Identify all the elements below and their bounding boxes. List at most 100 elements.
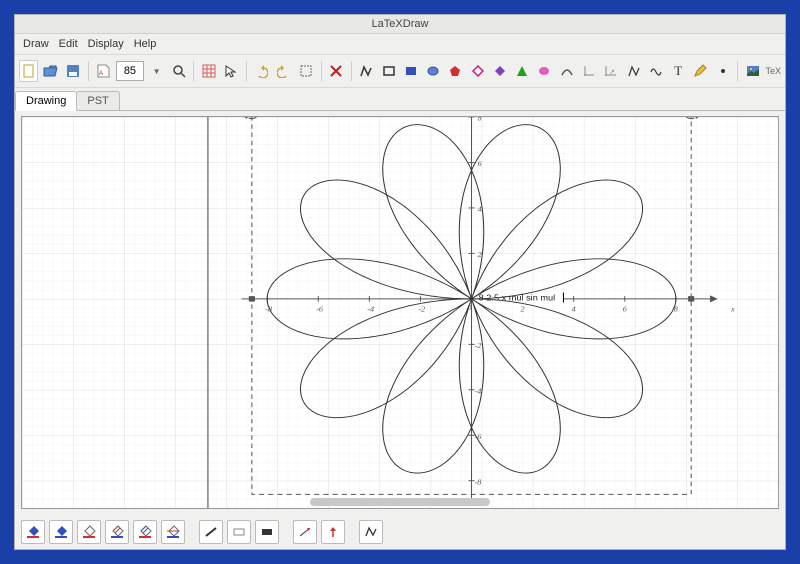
separator xyxy=(246,61,247,81)
bezier-tool-button[interactable] xyxy=(624,60,643,82)
pencil-icon xyxy=(693,64,707,78)
rhombus-tool-button[interactable] xyxy=(490,60,509,82)
redo-icon xyxy=(277,64,291,78)
rect-tool-button[interactable] xyxy=(379,60,398,82)
svg-text:-2: -2 xyxy=(418,305,425,313)
ellipse-tool-button[interactable] xyxy=(423,60,442,82)
zoom-input[interactable]: 85 xyxy=(116,61,144,81)
select-tool-button[interactable] xyxy=(222,60,241,82)
redo-button[interactable] xyxy=(274,60,293,82)
bucket-icon xyxy=(26,525,40,539)
image-tool-button[interactable] xyxy=(743,60,762,82)
export-pdf-button[interactable]: A xyxy=(94,60,113,82)
fill-5-button[interactable] xyxy=(133,520,157,544)
curve-button[interactable] xyxy=(359,520,383,544)
polyline-tool-button[interactable] xyxy=(357,60,376,82)
bucket-icon xyxy=(54,525,68,539)
folder-open-icon xyxy=(43,64,59,78)
bucket-icon xyxy=(82,525,96,539)
menu-help[interactable]: Help xyxy=(130,38,161,50)
grid-button[interactable] xyxy=(199,60,218,82)
svg-text:x: x xyxy=(730,305,735,313)
undo-button[interactable] xyxy=(252,60,271,82)
menu-edit[interactable]: Edit xyxy=(55,38,82,50)
open-file-button[interactable] xyxy=(41,60,60,82)
rhombus-outline-icon xyxy=(471,64,485,78)
rhombus-outline-tool-button[interactable] xyxy=(468,60,487,82)
bezier-icon xyxy=(627,64,641,78)
separator xyxy=(193,61,194,81)
cursor-icon xyxy=(224,64,238,78)
drawing-canvas[interactable]: -8-6-4-2 2468 8642 -2-4-6-8 0 x 8 2.5 x … xyxy=(21,116,779,509)
app-title: LaTeXDraw xyxy=(372,18,429,30)
svg-text:A: A xyxy=(99,71,103,77)
new-file-button[interactable] xyxy=(19,60,38,82)
menu-display[interactable]: Display xyxy=(84,38,128,50)
canvas-svg: -8-6-4-2 2468 8642 -2-4-6-8 0 x 8 2.5 x … xyxy=(22,117,778,508)
fill-4-button[interactable] xyxy=(105,520,129,544)
svg-text:6: 6 xyxy=(623,305,627,313)
rect-fill-tool-button[interactable] xyxy=(401,60,420,82)
undo-icon xyxy=(254,64,268,78)
rect-fill-icon xyxy=(404,64,418,78)
fill-2-button[interactable] xyxy=(49,520,73,544)
save-icon xyxy=(66,64,80,78)
separator xyxy=(737,61,738,81)
svg-text:-4: -4 xyxy=(475,387,482,395)
tab-pst[interactable]: PST xyxy=(76,91,119,110)
fill-1-button[interactable] xyxy=(21,520,45,544)
rect-outline-icon xyxy=(382,64,396,78)
line-1-button[interactable] xyxy=(199,520,223,544)
bucket-icon xyxy=(166,525,180,539)
separator xyxy=(88,61,89,81)
app-window: LaTeXDraw Draw Edit Display Help A 85 ▼ xyxy=(14,14,786,550)
text-tool-button[interactable]: T xyxy=(669,60,688,82)
menu-draw[interactable]: Draw xyxy=(19,38,53,50)
svg-text:6: 6 xyxy=(478,160,482,168)
freehand-tool-button[interactable] xyxy=(646,60,665,82)
main-toolbar: A 85 ▼ xyxy=(15,54,785,88)
arrow-2-button[interactable] xyxy=(321,520,345,544)
bucket-icon xyxy=(138,525,152,539)
delete-button[interactable] xyxy=(326,60,345,82)
polyline-icon xyxy=(359,64,373,78)
arrow-1-button[interactable] xyxy=(293,520,317,544)
svg-text:-8: -8 xyxy=(475,478,482,486)
dot-tool-button[interactable] xyxy=(713,60,732,82)
fill-3-button[interactable] xyxy=(77,520,101,544)
tab-drawing[interactable]: Drawing xyxy=(15,91,77,111)
zoom-tool-button[interactable] xyxy=(169,60,188,82)
titlebar: LaTeXDraw xyxy=(15,15,785,34)
magnifier-icon xyxy=(172,64,186,78)
svg-text:-4: -4 xyxy=(367,305,374,313)
line-2-button[interactable] xyxy=(227,520,251,544)
small-axes-icon: ↗ xyxy=(604,64,618,78)
axes-tool-button[interactable] xyxy=(579,60,598,82)
arc-tool-button[interactable] xyxy=(557,60,576,82)
tab-bar: Drawing PST xyxy=(15,88,785,111)
zoom-dropdown[interactable]: ▼ xyxy=(147,60,166,82)
fill-6-button[interactable] xyxy=(161,520,185,544)
separator xyxy=(351,61,352,81)
pencil-tool-button[interactable] xyxy=(691,60,710,82)
svg-text:↗: ↗ xyxy=(609,69,615,76)
line-3-button[interactable] xyxy=(255,520,279,544)
select-rect-icon xyxy=(299,64,313,78)
horizontal-scrollbar[interactable] xyxy=(310,498,490,506)
triangle-tool-button[interactable] xyxy=(513,60,532,82)
grid-axes-tool-button[interactable]: ↗ xyxy=(602,60,621,82)
svg-text:-2: -2 xyxy=(475,341,482,349)
triangle-icon xyxy=(515,64,529,78)
polygon-tool-button[interactable] xyxy=(446,60,465,82)
selection-rect-button[interactable] xyxy=(296,60,315,82)
tex-label: TeX xyxy=(766,66,782,76)
grid-icon xyxy=(202,64,216,78)
arrow-red-icon xyxy=(298,525,312,539)
svg-text:4: 4 xyxy=(478,205,482,213)
separator xyxy=(321,61,322,81)
svg-text:8: 8 xyxy=(478,117,482,123)
ellipse-pink-tool-button[interactable] xyxy=(535,60,554,82)
rhombus-icon xyxy=(493,64,507,78)
chevron-down-icon: ▼ xyxy=(153,67,161,76)
save-file-button[interactable] xyxy=(64,60,83,82)
